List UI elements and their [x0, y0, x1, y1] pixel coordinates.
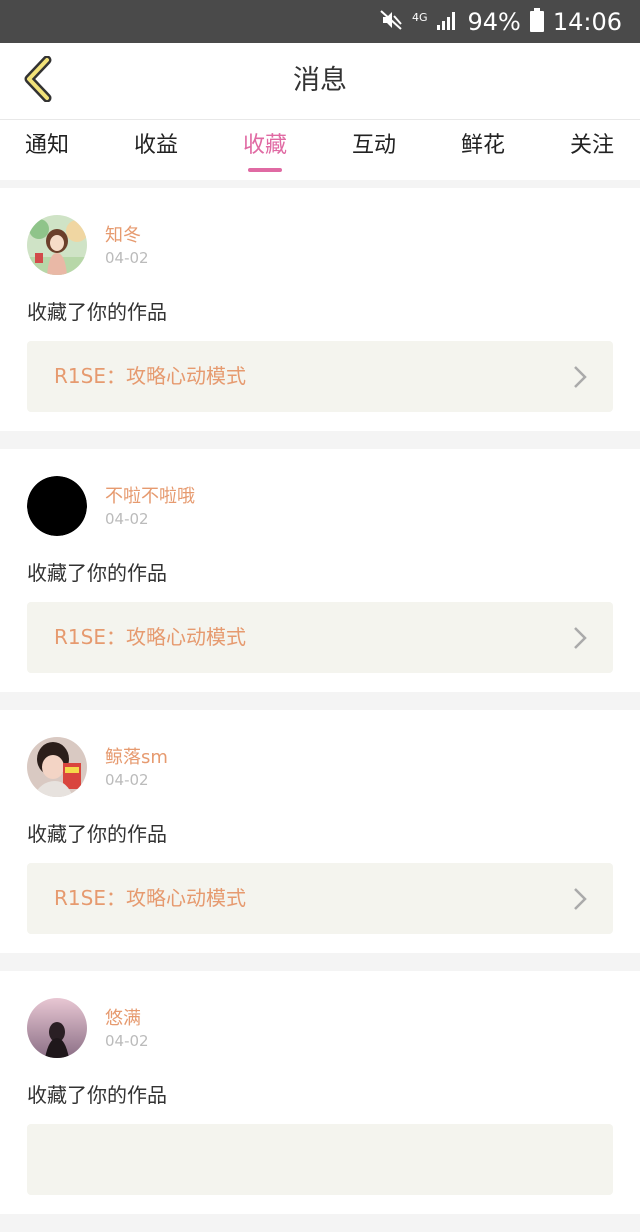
- notification-date: 04-02: [105, 771, 149, 789]
- notification-date: 04-02: [105, 1032, 149, 1050]
- tab-bar: 通知 收益 收藏 互动 鲜花 关注: [0, 120, 640, 180]
- notification-action: 收藏了你的作品: [27, 561, 167, 585]
- avatar[interactable]: [27, 215, 87, 275]
- status-bar: 4G 94% 14:06: [0, 0, 640, 43]
- signal-icon: [436, 9, 458, 35]
- notification-card: 鲸落sm 04-02 收藏了你的作品 R1SE：攻略心动模式: [0, 710, 640, 953]
- page-title: 消息: [293, 65, 347, 96]
- tab-following[interactable]: 关注: [570, 120, 614, 180]
- notification-list: 知冬 04-02 收藏了你的作品 R1SE：攻略心动模式 不啦不啦哦 04-02…: [0, 188, 640, 1232]
- notification-card: 知冬 04-02 收藏了你的作品 R1SE：攻略心动模式: [0, 188, 640, 431]
- network-type: 4G: [411, 11, 428, 24]
- notification-action: 收藏了你的作品: [27, 1083, 167, 1107]
- notification-card: 不啦不啦哦 04-02 收藏了你的作品 R1SE：攻略心动模式: [0, 449, 640, 692]
- work-link[interactable]: R1SE：攻略心动模式: [27, 341, 613, 412]
- work-link[interactable]: R1SE：攻略心动模式: [27, 602, 613, 673]
- chevron-right-icon: [573, 365, 587, 389]
- user-name[interactable]: 鲸落sm: [105, 743, 168, 769]
- battery-percent: 94%: [467, 7, 521, 36]
- navigation-bar: 消息: [0, 43, 640, 120]
- avatar[interactable]: [27, 998, 87, 1058]
- tab-flowers[interactable]: 鲜花: [461, 120, 505, 180]
- work-title: R1SE：攻略心动模式: [54, 886, 246, 910]
- status-icons: 4G 94% 14:06: [379, 0, 622, 43]
- work-title: R1SE：攻略心动模式: [54, 625, 246, 649]
- active-tab-indicator: [247, 168, 282, 172]
- tab-favorites[interactable]: 收藏: [243, 120, 287, 180]
- chevron-right-icon: [573, 626, 587, 650]
- user-name[interactable]: 知冬: [105, 221, 141, 247]
- avatar[interactable]: [27, 737, 87, 797]
- clock: 14:06: [552, 7, 622, 36]
- avatar[interactable]: [27, 476, 87, 536]
- tab-earnings[interactable]: 收益: [134, 120, 178, 180]
- tab-favorites-label: 收藏: [242, 133, 288, 158]
- notification-date: 04-02: [105, 510, 149, 528]
- work-link[interactable]: [27, 1124, 613, 1195]
- notification-date: 04-02: [105, 249, 149, 267]
- notification-action: 收藏了你的作品: [27, 300, 167, 324]
- mute-icon: [379, 8, 403, 36]
- notification-action: 收藏了你的作品: [27, 822, 167, 846]
- tab-interaction[interactable]: 互动: [352, 120, 396, 180]
- chevron-right-icon: [573, 887, 587, 911]
- user-name[interactable]: 悠满: [105, 1004, 141, 1030]
- user-name[interactable]: 不啦不啦哦: [105, 482, 195, 508]
- work-title: R1SE：攻略心动模式: [54, 364, 246, 388]
- work-link[interactable]: R1SE：攻略心动模式: [27, 863, 613, 934]
- tab-notice[interactable]: 通知: [25, 120, 69, 180]
- battery-icon: [529, 7, 544, 36]
- notification-card: 悠满 04-02 收藏了你的作品: [0, 971, 640, 1214]
